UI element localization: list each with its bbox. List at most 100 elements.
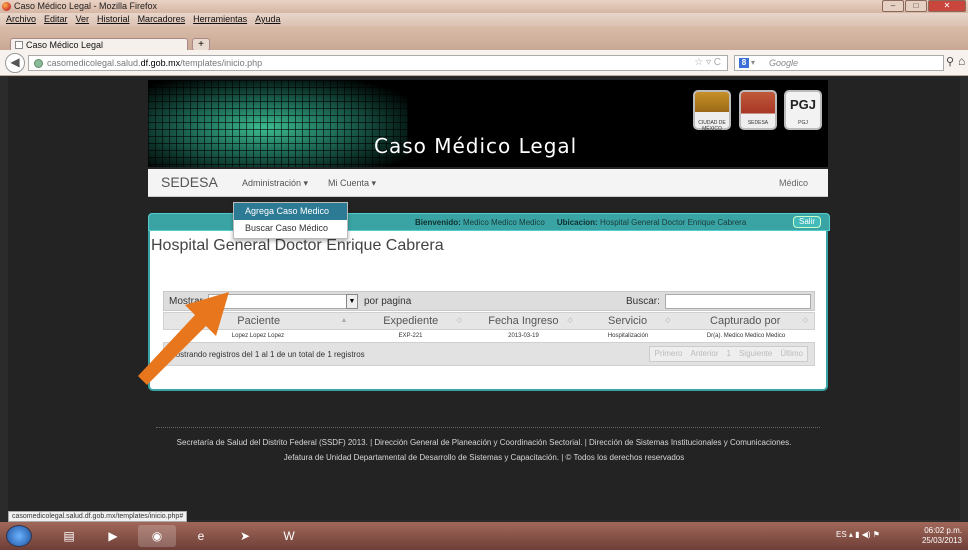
clock-date: 25/03/2013 <box>921 536 962 545</box>
column-servicio[interactable]: Servicio ◇ <box>579 313 677 329</box>
per-page-label: por pagina <box>364 296 412 307</box>
ubicacion-value: Hospital General Doctor Enrique Cabrera <box>599 218 747 227</box>
arrow-app-taskbar-icon[interactable]: ➤ <box>226 525 264 547</box>
page-icon <box>15 41 23 49</box>
status-bar-url: casomedicolegal.salud.df.gob.mx/template… <box>8 511 188 522</box>
globe-icon <box>34 59 43 68</box>
menu-marcadores[interactable]: Marcadores <box>138 13 186 26</box>
banner-title: Caso Médico Legal <box>374 134 578 158</box>
menu-ayuda[interactable]: Ayuda <box>255 13 280 26</box>
search-engine-box[interactable]: 8 ▾ Google <box>734 55 944 71</box>
sedesa-logo: SEDESA <box>739 90 777 130</box>
menu-editar[interactable]: Editar <box>44 13 68 26</box>
start-button[interactable] <box>6 525 32 547</box>
pager-last[interactable]: Último <box>776 347 807 361</box>
media-player-taskbar-icon[interactable]: ▶ <box>94 525 132 547</box>
site-navbar: SEDESA Administración ▾ Mi Cuenta ▾ Médi… <box>148 169 828 197</box>
cdmx-logo: CIUDAD DE MÉXICO <box>693 90 731 132</box>
column-fecha-ingreso[interactable]: Fecha Ingreso ◇ <box>468 313 579 329</box>
search-icon[interactable]: ⚲ <box>946 55 954 68</box>
menu-archivo[interactable]: Archivo <box>6 13 36 26</box>
language-indicator[interactable]: ES <box>836 530 847 539</box>
menu-historial[interactable]: Historial <box>97 13 130 26</box>
firefox-taskbar-icon[interactable]: ◉ <box>138 525 176 547</box>
cell-fecha-ingreso: 2013-03-19 <box>508 333 539 339</box>
clock-time: 06:02 p.m. <box>924 526 962 535</box>
pager-first[interactable]: Primero <box>650 347 686 361</box>
clock[interactable]: 06:02 p.m. 25/03/2013 <box>922 526 962 546</box>
logo-caption: PGJ <box>798 120 808 126</box>
menu-herramientas[interactable]: Herramientas <box>193 13 247 26</box>
page-viewport: Caso Médico Legal CIUDAD DE MÉXICO SEDES… <box>8 77 960 520</box>
sort-icon: ◇ <box>802 317 808 324</box>
column-expediente[interactable]: Expediente ◇ <box>353 313 468 329</box>
windows-taskbar: ▤ ▶ ◉ e ➤ W ES ▴ ▮ ◀) ⚑ 06:02 p.m. 25/03/… <box>0 522 968 550</box>
cell-servicio: Hospitalización <box>607 333 649 339</box>
ubicacion-label: Ubicacion: <box>556 218 598 227</box>
tab-label: Caso Médico Legal <box>26 40 104 50</box>
main-content: Hospital General Doctor Enrique Cabrera … <box>148 231 828 391</box>
address-bar[interactable]: casomedicolegal.salud.df.gob.mx/template… <box>28 55 728 71</box>
chevron-down-icon: ▼ <box>346 294 358 309</box>
pagination: Primero Anterior 1 Siguiente Último <box>649 346 808 362</box>
annotation-arrow-icon <box>138 292 229 385</box>
search-label: Buscar: <box>626 296 660 307</box>
banner-grid-graphic <box>148 80 408 167</box>
cell-expediente: EXP-221 <box>398 333 423 339</box>
logo-caption: SEDESA <box>747 120 769 126</box>
close-icon[interactable]: ✕ <box>928 0 966 12</box>
column-label: Paciente <box>237 315 281 327</box>
pgj-logo: PGJ PGJ <box>784 90 822 130</box>
nav-user-role: Médico <box>778 178 808 188</box>
brand-link[interactable]: SEDESA <box>161 174 218 190</box>
nav-mi-cuenta[interactable]: Mi Cuenta ▾ <box>328 178 376 189</box>
site-banner: Caso Médico Legal CIUDAD DE MÉXICO SEDES… <box>148 80 828 167</box>
google-icon: 8 <box>739 58 749 68</box>
url-domain: df.gob.mx <box>140 58 181 68</box>
pager-page-1[interactable]: 1 <box>723 347 735 361</box>
menu-ver[interactable]: Ver <box>76 13 90 26</box>
window-title: Caso Médico Legal - Mozilla Firefox <box>14 1 158 11</box>
sort-icon: ◇ <box>567 317 573 324</box>
system-tray: ES ▴ ▮ ◀) ⚑ <box>836 530 880 539</box>
menu-item-agrega-caso[interactable]: Agrega Caso Medico <box>234 203 347 220</box>
explorer-taskbar-icon[interactable]: ▤ <box>50 525 88 547</box>
word-taskbar-icon[interactable]: W <box>270 525 308 547</box>
column-capturado-por[interactable]: Capturado por ◇ <box>676 313 814 329</box>
menu-item-buscar-caso[interactable]: Buscar Caso Médico <box>234 220 347 237</box>
table-header: Paciente ▲ Expediente ◇ Fecha Ingreso ◇ Ser… <box>163 312 815 330</box>
footer-line-1: Secretaría de Salud del Distrito Federal… <box>176 438 792 447</box>
pgj-logo-text: PGJ <box>789 97 816 112</box>
pager-next[interactable]: Siguiente <box>735 347 776 361</box>
back-button[interactable]: ◀ <box>5 53 25 73</box>
minimize-icon[interactable]: – <box>882 0 904 12</box>
window-controls: – □ ✕ <box>882 0 966 12</box>
nav-administracion[interactable]: Administración ▾ <box>242 178 308 189</box>
logo-caption: CIUDAD DE MÉXICO <box>698 120 726 132</box>
column-label: Fecha Ingreso <box>488 315 559 327</box>
tab-bar: Caso Médico Legal + <box>0 26 968 51</box>
navigation-toolbar: ◀ casomedicolegal.salud.df.gob.mx/templa… <box>0 50 968 76</box>
engine-selector-icon[interactable]: ▾ <box>751 56 755 70</box>
table-controls: Mostrar 10▼ por pagina Buscar: <box>163 291 815 311</box>
page-title: Hospital General Doctor Enrique Cabrera <box>151 237 444 254</box>
url-path: /templates/inicio.php <box>180 58 263 68</box>
ie-taskbar-icon[interactable]: e <box>182 525 220 547</box>
table-row[interactable]: Lopez Lopez Lopez EXP-221 2013-03-19 Hos… <box>163 330 815 342</box>
administracion-dropdown: Agrega Caso Medico Buscar Caso Médico <box>233 202 348 239</box>
bienvenido-value: Medico Medico Medico <box>463 218 545 227</box>
search-engine-placeholder: Google <box>769 58 799 68</box>
home-icon[interactable]: ⌂ <box>958 54 965 68</box>
column-label: Expediente <box>383 315 439 327</box>
footer-divider <box>156 427 820 428</box>
pager-previous[interactable]: Anterior <box>687 347 723 361</box>
url-prefix: casomedicolegal.salud. <box>47 58 141 68</box>
maximize-icon[interactable]: □ <box>905 0 927 12</box>
column-label: Capturado por <box>710 315 781 327</box>
table-footer: Mostrando registros del 1 al 1 de un tot… <box>163 342 815 366</box>
welcome-text: Bienvenido: Medico Medico Medico Ubicacio… <box>415 218 746 227</box>
bookmark-reload-icon[interactable]: ☆ ▿ C <box>694 56 721 70</box>
window-titlebar: Caso Médico Legal - Mozilla Firefox – □ … <box>0 0 968 13</box>
logout-button[interactable]: Salir <box>792 216 821 228</box>
table-search-input[interactable] <box>665 294 811 309</box>
